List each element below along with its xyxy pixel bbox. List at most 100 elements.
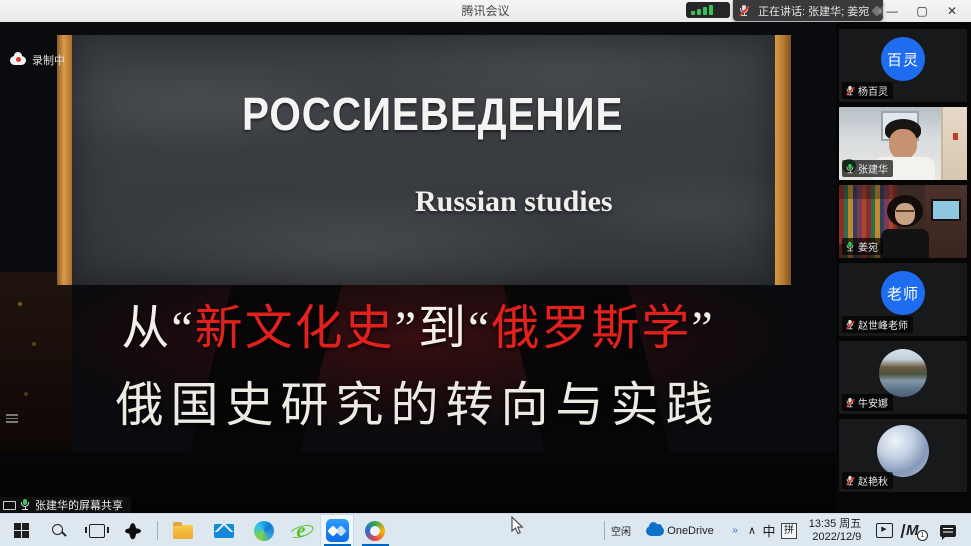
participant-name: 赵艳秋: [858, 473, 888, 488]
mail-button[interactable]: [207, 514, 241, 546]
tray-expand[interactable]: »: [728, 514, 742, 546]
hidden-icons-chevron[interactable]: ∧: [744, 514, 760, 546]
task-view-icon: [89, 524, 105, 538]
action-center-button[interactable]: [934, 514, 962, 546]
muted-mic-icon: [846, 397, 855, 407]
taskbar-divider: [157, 521, 158, 540]
windows-logo-icon: [14, 523, 29, 538]
edge-button[interactable]: [247, 514, 281, 546]
edge-icon: [254, 521, 274, 541]
participant-label: 牛安娜: [842, 394, 893, 411]
signal-bar: [703, 7, 707, 15]
avatar: 老师: [881, 271, 925, 315]
participant-label: 张建华: [842, 160, 893, 177]
blackboard-frame: [775, 35, 791, 285]
heading-quote: ”: [691, 302, 714, 355]
onedrive-label: OneDrive: [667, 525, 713, 537]
tencent-meeting-icon: [326, 519, 349, 542]
participant-name: 牛安娜: [858, 395, 888, 410]
heading-quote: “: [468, 302, 491, 355]
mail-icon: [214, 524, 234, 538]
participant-tile[interactable]: 老师 赵世峰老师: [839, 263, 967, 336]
signal-bar: [691, 11, 695, 15]
speaking-banner: 正在讲话: 张建华; 姜宛: [733, 0, 883, 21]
participant-label: 赵世峰老师: [842, 316, 913, 333]
participant-name: 张建华: [858, 161, 888, 176]
ink-input-icon: M 1: [902, 522, 928, 540]
active-mic-icon: [20, 499, 30, 511]
start-button[interactable]: [6, 514, 36, 546]
speaking-label: 正在讲话: 张建华; 姜宛: [758, 3, 869, 19]
participant-label: 姜宛: [842, 238, 883, 255]
internet-explorer-icon: e: [291, 521, 311, 541]
heading-quote: “: [171, 302, 194, 355]
swirl-app-icon: [365, 521, 385, 541]
media-tray-item[interactable]: ▶: [872, 514, 896, 546]
heading-quote: ”: [395, 302, 418, 355]
tencent-meeting-window: 腾讯会议 — ▢ ✕ 正在讲话: 张建华; 姜宛 РОССИЕВЕДЕНИЕ: [0, 0, 971, 546]
maximize-button[interactable]: ▢: [907, 0, 937, 22]
recording-indicator: 录制中: [10, 52, 65, 68]
folder-icon: [173, 525, 193, 539]
participant-label: 赵艳秋: [842, 472, 893, 489]
participant-tile[interactable]: 赵艳秋: [839, 419, 967, 492]
screen-share-footer: 张建华的屏幕共享: [0, 497, 131, 513]
meeting-logo-icon: [873, 5, 889, 17]
pinwheel-app-button[interactable]: [117, 514, 149, 546]
recording-label: 录制中: [32, 52, 65, 68]
slide-title-russian: РОССИЕВЕДЕНИЕ: [242, 87, 623, 141]
blackboard: РОССИЕВЕДЕНИЕ Russian studies: [72, 35, 775, 285]
media-player-icon: ▶: [876, 523, 893, 538]
tencent-meeting-button[interactable]: [320, 514, 354, 546]
ime-mode-button[interactable]: 拼: [779, 514, 799, 546]
clock[interactable]: 13:35 周五 2022/12/9: [802, 514, 868, 546]
clock-time: 13:35 周五: [809, 518, 862, 531]
heading-text: 从: [121, 302, 171, 355]
screen-share-view: РОССИЕВЕДЕНИЕ Russian studies 从“新文化史”到“俄…: [0, 22, 836, 513]
participant-tile[interactable]: 百灵 杨百灵: [839, 29, 967, 102]
internet-explorer-button[interactable]: e: [284, 514, 318, 546]
participant-label: 杨百灵: [842, 82, 893, 99]
notification-icon: [940, 525, 956, 537]
annotation-menu-icon[interactable]: [6, 414, 18, 423]
active-mic-icon: [846, 241, 855, 251]
share-owner-label: 张建华的屏幕共享: [35, 497, 123, 513]
ime-language-button[interactable]: 中: [760, 514, 778, 546]
avatar: 百灵: [881, 37, 925, 81]
mouse-cursor: [509, 516, 525, 536]
participant-name: 杨百灵: [858, 83, 888, 98]
participant-tile[interactable]: 姜宛: [839, 185, 967, 258]
close-button[interactable]: ✕: [937, 0, 967, 22]
onedrive-tray-item[interactable]: OneDrive: [640, 514, 720, 546]
file-explorer-button[interactable]: [166, 514, 200, 546]
participant-tile[interactable]: 牛安娜: [839, 341, 967, 414]
participant-tile-active-speaker[interactable]: 张建华: [839, 107, 967, 180]
onedrive-cloud-icon: [646, 526, 664, 536]
pinwheel-app-icon: [124, 522, 142, 540]
signal-bar: [697, 9, 701, 15]
participants-sidebar: 百灵 杨百灵 张建华: [836, 22, 971, 513]
chalk-texture: [72, 35, 775, 285]
tray-divider: [604, 521, 605, 540]
participant-name: 姜宛: [858, 239, 878, 254]
heading-term-red: 新文化史: [195, 302, 395, 355]
active-mic-icon: [846, 163, 855, 173]
task-view-button[interactable]: [82, 514, 112, 546]
avatar-photo: [877, 425, 929, 477]
muted-mic-icon: [846, 319, 855, 329]
muted-mic-icon: [846, 475, 855, 485]
slide-title-english: Russian studies: [415, 185, 613, 219]
search-icon: [51, 523, 67, 539]
avatar-photo: [879, 349, 927, 397]
ime-mode-icon: 拼: [781, 523, 797, 539]
slide-heading-line2: 俄国史研究的转向与实践: [0, 378, 836, 434]
clock-date: 2022/12/9: [809, 531, 862, 544]
search-button[interactable]: [44, 514, 74, 546]
participant-name: 赵世峰老师: [858, 317, 908, 332]
idle-status: 空闲: [608, 514, 634, 546]
swirl-app-button[interactable]: [358, 514, 392, 546]
ink-input-tray-item[interactable]: M 1: [898, 514, 932, 546]
slide-heading-line1: 从“新文化史”到“俄罗斯学”: [0, 302, 836, 356]
muted-mic-icon: [846, 85, 855, 95]
blackboard-frame: [57, 35, 72, 285]
